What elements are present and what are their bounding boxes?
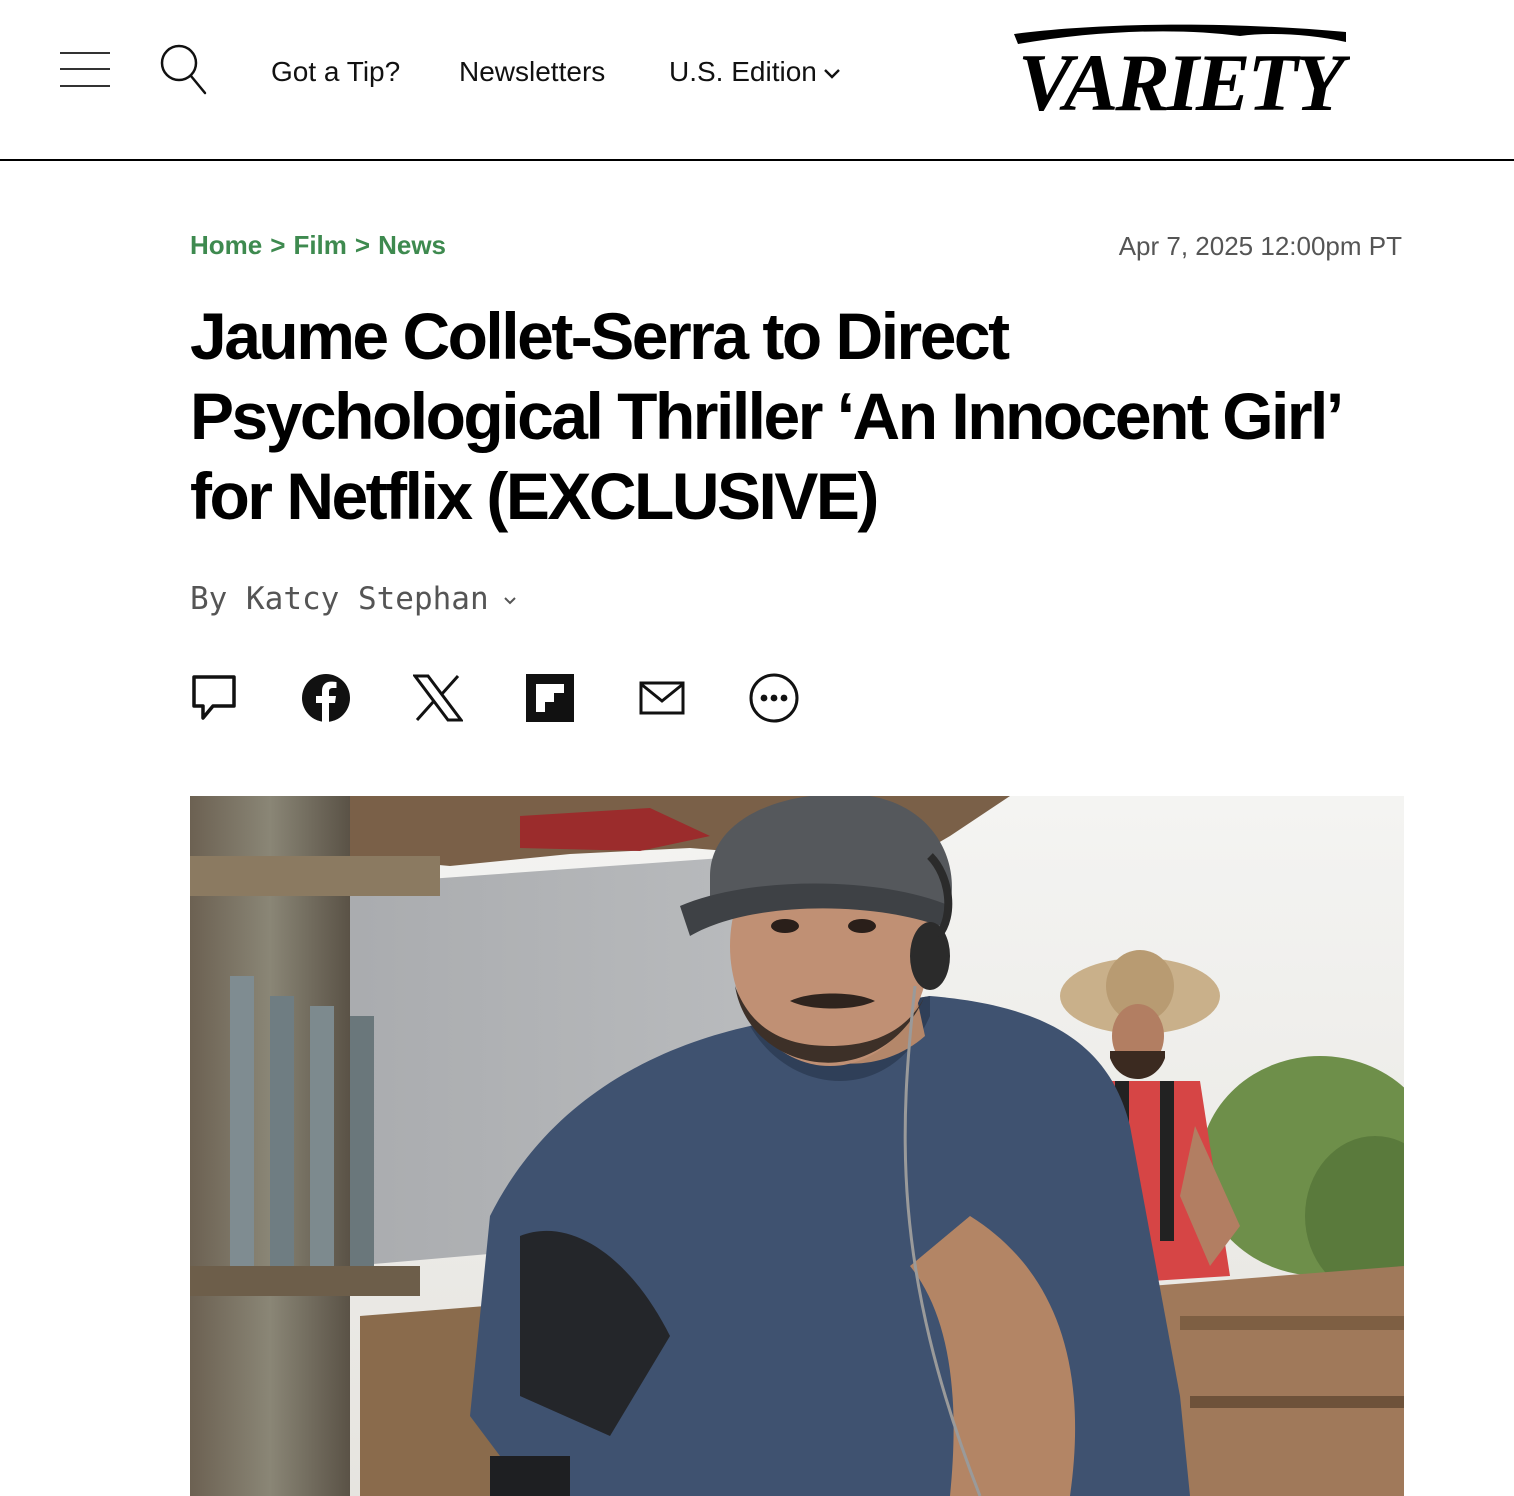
breadcrumb-film[interactable]: Film <box>293 230 346 260</box>
article-headline: Jaume Collet-Serra to Direct Psychologic… <box>190 299 1341 533</box>
x-icon[interactable] <box>412 670 464 726</box>
breadcrumb: Home > Film > News <box>190 226 446 264</box>
logo-text: VARIETY <box>1018 37 1350 122</box>
more-icon[interactable] <box>748 670 800 726</box>
flipboard-icon[interactable] <box>524 670 576 726</box>
search-icon[interactable] <box>158 42 208 96</box>
edition-dropdown[interactable]: U.S. Edition <box>669 52 841 92</box>
edition-label: U.S. Edition <box>669 56 817 87</box>
chevron-down-icon <box>824 68 840 79</box>
email-icon[interactable] <box>636 670 688 726</box>
publish-timestamp: Apr 7, 2025 12:00pm PT <box>1118 231 1402 261</box>
hamburger-menu-icon[interactable] <box>60 48 112 92</box>
newsletters-link[interactable]: Newsletters <box>459 52 605 92</box>
breadcrumb-news[interactable]: News <box>378 230 446 260</box>
breadcrumb-home[interactable]: Home <box>190 230 262 260</box>
breadcrumb-separator: > <box>354 230 371 260</box>
site-header: Got a Tip? Newsletters U.S. Edition VARI… <box>0 0 1514 161</box>
comment-icon[interactable] <box>188 670 240 726</box>
byline: By Katcy Stephan <box>190 578 517 620</box>
share-bar <box>188 670 828 726</box>
author-name[interactable]: Katcy Stephan <box>246 581 489 617</box>
facebook-icon[interactable] <box>300 670 352 726</box>
variety-logo[interactable]: VARIETY <box>1010 18 1355 128</box>
hero-photo <box>190 796 1404 1496</box>
byline-prefix: By <box>190 581 228 617</box>
got-a-tip-link[interactable]: Got a Tip? <box>271 52 400 92</box>
chevron-down-icon[interactable] <box>503 596 517 606</box>
breadcrumb-separator: > <box>270 230 286 260</box>
